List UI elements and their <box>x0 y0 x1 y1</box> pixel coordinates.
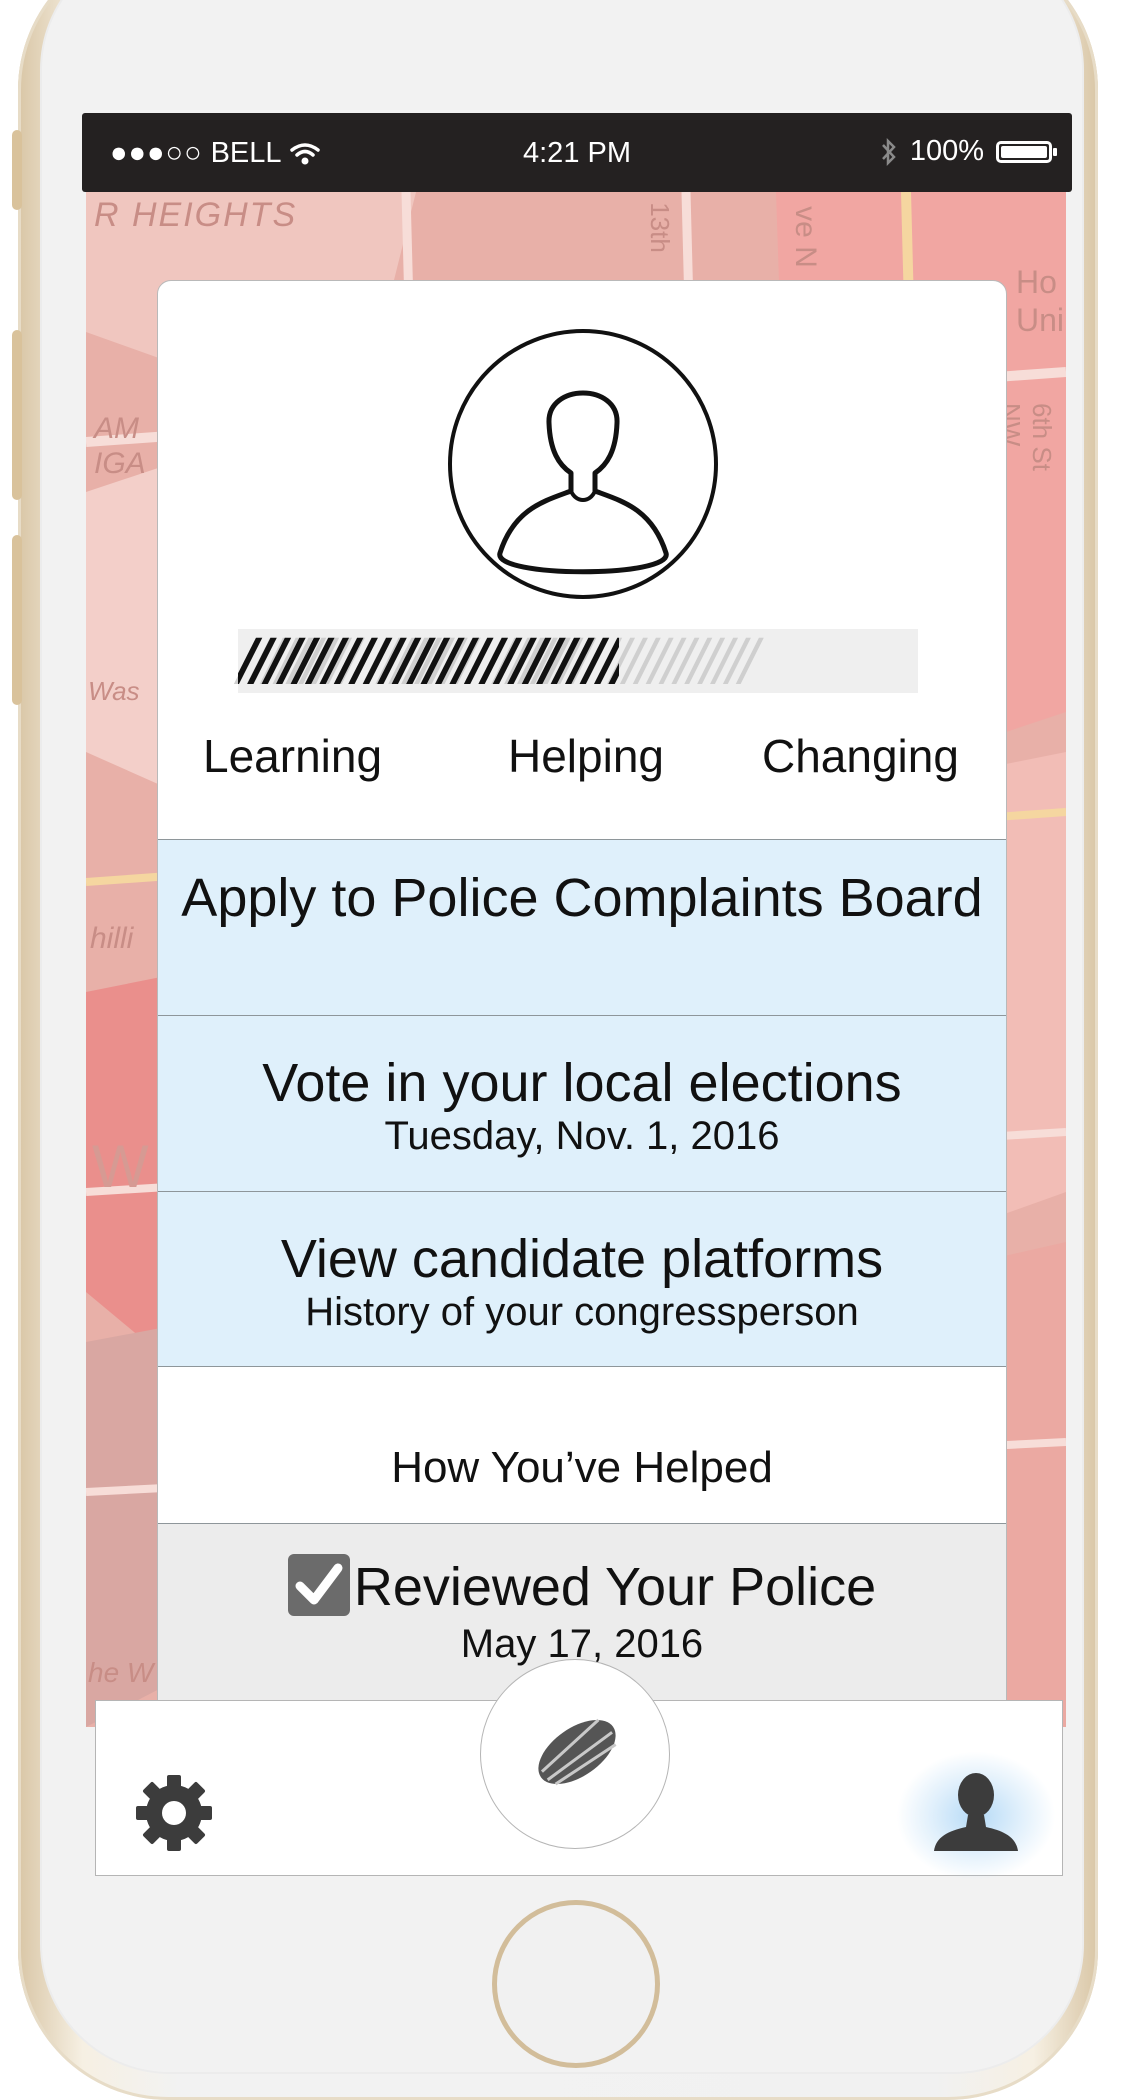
map-label: AM <box>94 412 139 445</box>
stage-changing: Changing <box>762 730 959 782</box>
map-label: hilli <box>90 922 134 955</box>
task-vote[interactable]: Vote in your local elections Tuesday, No… <box>158 1015 1006 1191</box>
stage-learning: Learning <box>203 730 383 782</box>
person-icon <box>934 1773 1018 1851</box>
task-candidate-platforms[interactable]: View candidate platforms History of your… <box>158 1191 1006 1367</box>
map-label: W <box>92 1133 149 1200</box>
bluetooth-icon <box>881 137 896 166</box>
checkbox-checked-icon[interactable] <box>287 1553 350 1616</box>
mute-switch <box>12 130 22 210</box>
task-title: Apply to Police Complaints Board <box>181 868 983 928</box>
task-title: Vote in your local elections <box>262 1053 902 1113</box>
task-police-board[interactable]: Apply to Police Complaints Board <box>158 839 1006 1015</box>
seed-action-button[interactable] <box>480 1659 670 1849</box>
volume-up-button <box>12 330 22 500</box>
battery-level <box>1001 145 1047 158</box>
map-label: IGA <box>94 447 146 480</box>
stage-helping: Helping <box>508 730 664 782</box>
user-avatar-icon[interactable] <box>448 329 718 599</box>
home-button[interactable] <box>492 1900 660 2068</box>
status-bar: ●●●○○ BELL 4:21 PM 100% <box>82 113 1072 192</box>
battery-percent: 100% <box>909 135 984 167</box>
map-label: Uni <box>1016 302 1065 338</box>
map-label: he W <box>88 1657 154 1688</box>
task-subtitle: History of your congressperson <box>305 1290 859 1334</box>
impact-progress-bar: ////////////////////////////////////////… <box>238 629 918 693</box>
completed-item-title: Reviewed Your Police <box>353 1557 877 1617</box>
map-label: 13th <box>644 202 675 253</box>
gear-icon <box>136 1775 212 1851</box>
battery-icon <box>996 140 1057 163</box>
seed-icon <box>538 1718 617 1786</box>
volume-down-button <box>12 535 22 705</box>
helped-section-heading: How You’ve Helped <box>391 1443 773 1492</box>
map-label: Was <box>88 676 140 706</box>
task-title: View candidate platforms <box>280 1229 884 1289</box>
profile-card: ////////////////////////////////////////… <box>157 280 1007 1704</box>
task-subtitle: Tuesday, Nov. 1, 2016 <box>384 1114 780 1158</box>
map-label: R HEIGHTS <box>94 196 298 234</box>
progress-fill: //////////////////////////////////////// <box>238 629 619 693</box>
progress-stages: Learning Helping Changing <box>158 729 1006 789</box>
profile-tab-button[interactable] <box>896 1751 1056 1881</box>
settings-button[interactable] <box>134 1773 214 1853</box>
map-label: Ho <box>1016 264 1057 300</box>
map-label: ve N <box>788 206 822 268</box>
